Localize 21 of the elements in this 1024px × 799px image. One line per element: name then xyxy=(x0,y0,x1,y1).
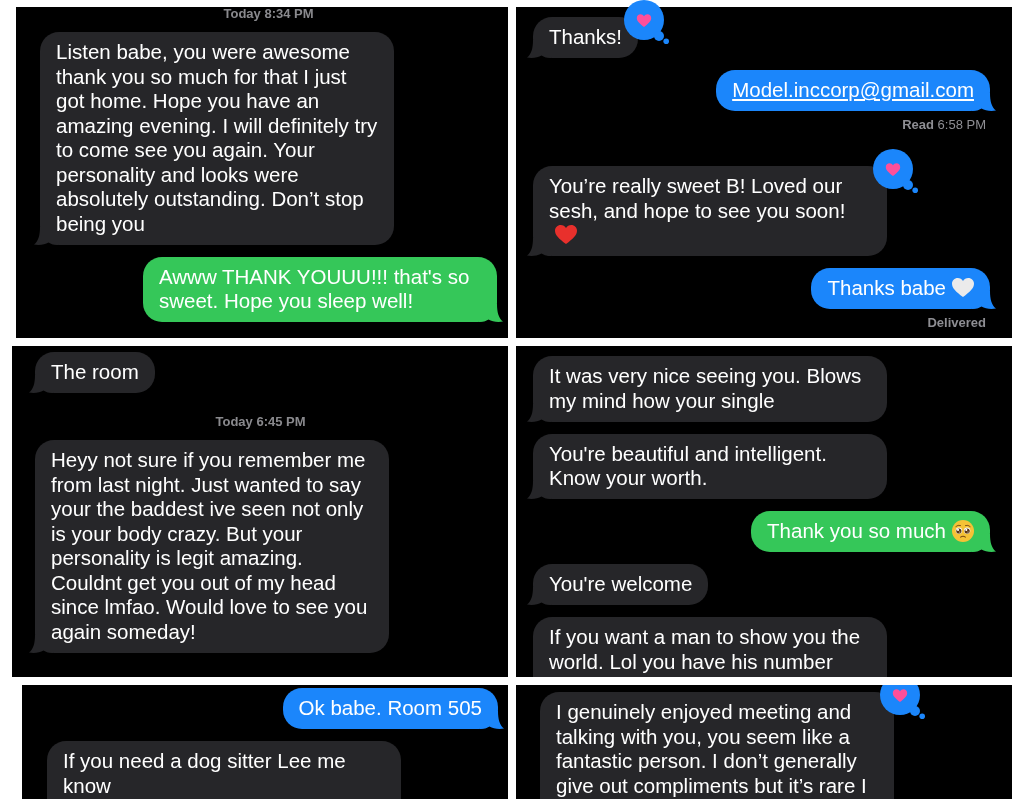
message-text: Ok babe. Room 505 xyxy=(298,696,482,719)
message-text: You're welcome xyxy=(549,572,693,595)
message-text: If you need a dog sitter Lee me know xyxy=(63,749,346,797)
message-text: I genuinely enjoyed meeting and talking with you, you seem like a fantastic person. I don’t generally give out compliments but it’s rare I xyxy=(556,700,867,797)
message-text: Heyy not sure if you remember me from last night. Just wanted to say your the baddest ive seen not only is your body crazy. But your personality is legit amazing. Couldnt get you out of my head since lmfao. Would love to see you again someday! xyxy=(51,448,368,643)
message-text: Thanks babe xyxy=(827,276,946,299)
email-link[interactable]: Model.inccorp@gmail.com xyxy=(732,78,974,101)
timestamp: Today 6:45 PM xyxy=(214,415,307,428)
pleading-face-icon xyxy=(952,520,974,542)
message-text: You’re really sweet B! Loved our sesh, and hope to see you soon! xyxy=(549,174,846,222)
message-text: It was very nice seeing you. Blows my mind how your single xyxy=(549,364,862,412)
message-text: The room xyxy=(51,360,139,383)
message-text: Listen babe, you were awesome thank you so much for that I just got home. Hope you have an amazing evening. I will definitely try to come see you again. Your personality and looks were absolutely outstanding. Don’t stop being you xyxy=(56,40,378,235)
message-text: If you want a man to show you the world. Lol you have his number xyxy=(549,625,861,673)
message-text: You're beautiful and intelligent. Know your worth. xyxy=(549,441,827,489)
timestamp: Today 8:34 PM xyxy=(222,7,315,20)
message-text: Thanks! xyxy=(549,25,622,48)
message-text: Thank you so much xyxy=(767,519,946,542)
delivery-status: Read 6:58 PM xyxy=(902,117,986,133)
delivery-status: Delivered xyxy=(927,315,986,331)
message-text: Awww THANK YOUUU!!! that's so sweet. Hope you sleep well! xyxy=(159,264,470,312)
